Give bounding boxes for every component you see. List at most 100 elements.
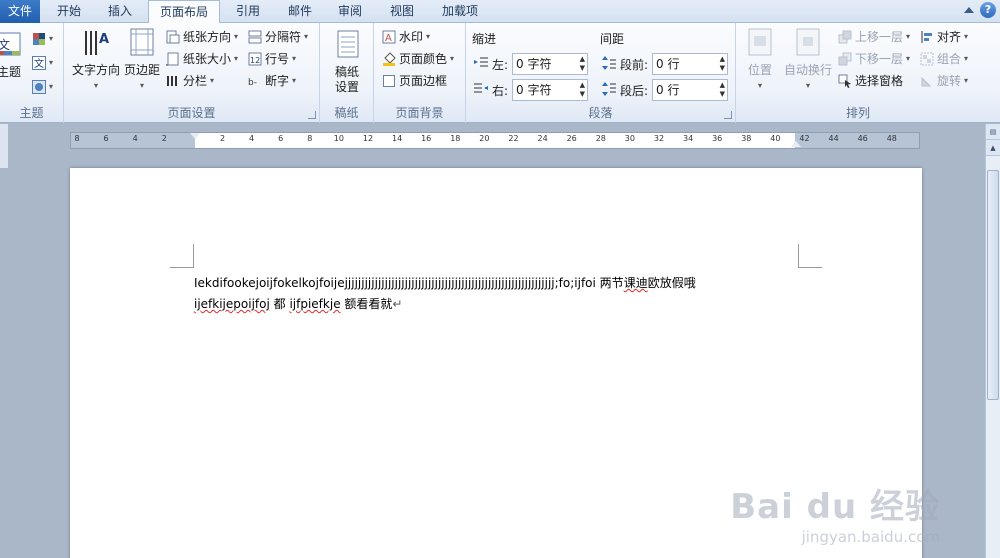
spacing-after-input[interactable]: 0 行 ▲ ▼ <box>652 79 728 101</box>
text-direction-button[interactable]: A 文字方向 ▾ <box>70 27 122 93</box>
theme-group: 文 主题 ▾ 文 ▾ ▾ 主题 <box>0 23 64 123</box>
paragraph-launcher-icon[interactable] <box>724 111 732 119</box>
rotate-button[interactable]: 旋转 ▾ <box>920 71 968 91</box>
page-color-button[interactable]: 页面颜色 ▾ <box>382 49 454 69</box>
tab-review[interactable]: 审阅 <box>328 0 372 23</box>
spacing-before-input[interactable]: 0 行 ▲ ▼ <box>652 53 728 75</box>
tab-references[interactable]: 引用 <box>226 0 270 23</box>
breaks-button[interactable]: 分隔符 ▾ <box>248 27 308 47</box>
tab-mailings[interactable]: 邮件 <box>278 0 322 23</box>
ruler-tick-label: 30 <box>624 134 635 143</box>
dropdown-arrow-icon: ▾ <box>757 81 762 90</box>
horizontal-ruler[interactable]: 8 6 4 2 2 4 6 8 10 12 14 16 18 20 22 24 26 28 30 32 34 36 38 40… <box>70 132 920 149</box>
bring-forward-button[interactable]: 上移一层 ▾ <box>838 27 910 47</box>
line2-text-a: ijefkijepoijfoj <box>194 297 270 311</box>
hyphenation-icon: b- <box>248 78 257 88</box>
baidu-logo: Bai du 经验 <box>730 487 940 527</box>
draft-setup-button[interactable]: 稿纸 设置 <box>326 29 368 95</box>
bring-forward-icon <box>838 30 852 44</box>
watermark-button[interactable]: A 水印 ▾ <box>382 27 430 47</box>
vertical-scrollbar[interactable]: ▤ ▲ <box>985 124 1000 558</box>
page-setup-launcher-icon[interactable] <box>308 111 316 119</box>
ruler-tick-label: 38 <box>741 134 752 143</box>
dropdown-arrow-icon: ▾ <box>234 32 239 41</box>
ruler-toggle-icon[interactable]: ▤ <box>986 124 1000 140</box>
theme-colors-button[interactable]: ▾ <box>32 29 53 49</box>
tab-addins[interactable]: 加载项 <box>430 0 490 23</box>
orientation-button[interactable]: 纸张方向 ▾ <box>166 27 238 47</box>
ribbon-tab-bar: 文件 开始 插入 页面布局 引用 邮件 审阅 视图 加载项 ? <box>0 0 1000 24</box>
ruler-tick-label: 8 <box>74 134 80 143</box>
dropdown-arrow-icon: ▾ <box>426 32 431 41</box>
size-button[interactable]: 纸张大小 ▾ <box>166 49 238 69</box>
arrange-group-label: 排列 <box>845 106 870 120</box>
tab-insert[interactable]: 插入 <box>98 0 142 23</box>
spin-arrows-icon[interactable]: ▲ ▼ <box>580 55 585 73</box>
theme-effects-button[interactable]: ▾ <box>32 77 53 97</box>
margins-label: 页边距 <box>123 63 160 77</box>
indent-right-icon <box>474 83 488 93</box>
line1-text-c: 欧放假哦 <box>647 276 696 290</box>
spacing-before-icon <box>602 56 616 70</box>
theme-fonts-icon: 文 <box>32 56 46 70</box>
line-numbers-label: 行号 <box>265 52 290 66</box>
page-background-group: A 水印 ▾ 页面颜色 ▾ 页面边框 页面背景 <box>374 23 466 123</box>
margins-button[interactable]: 页边距 ▾ <box>122 27 162 93</box>
hyphenation-button[interactable]: b- 断字 ▾ <box>248 71 296 91</box>
page-background-group-label: 页面背景 <box>395 106 444 120</box>
position-button[interactable]: 位置 ▾ <box>742 27 778 93</box>
position-icon <box>748 28 772 56</box>
theme-effects-icon <box>32 80 46 94</box>
themes-button[interactable]: 文 主题 <box>0 29 24 80</box>
minimize-ribbon-icon[interactable] <box>964 7 974 13</box>
align-button[interactable]: 对齐 ▾ <box>920 27 968 47</box>
tab-view[interactable]: 视图 <box>380 0 424 23</box>
indent-left-value: 0 字符 <box>516 57 552 71</box>
help-icon[interactable]: ? <box>980 2 996 18</box>
ruler-tick-label: 12 <box>362 134 374 143</box>
ruler-tick-label: 16 <box>421 134 432 143</box>
tab-page-layout[interactable]: 页面布局 <box>148 0 220 24</box>
wrap-text-button[interactable]: 自动换行 ▾ <box>782 27 834 93</box>
first-line-indent-icon[interactable] <box>190 133 200 139</box>
selection-pane-button[interactable]: 选择窗格 <box>838 71 903 91</box>
document-line-1[interactable]: Iekdifookejoijfokelkojfoijejjjjjjjjjjjjj… <box>194 274 696 291</box>
breaks-label: 分隔符 <box>265 30 302 44</box>
line-numbers-button[interactable]: 12 行号 ▾ <box>248 49 296 69</box>
scroll-up-icon[interactable]: ▲ <box>986 140 1000 156</box>
svg-text:A: A <box>385 33 392 44</box>
theme-fonts-button[interactable]: 文 ▾ <box>32 53 53 73</box>
indent-left-input[interactable]: 0 字符 ▲ ▼ <box>512 53 588 75</box>
tab-home[interactable]: 开始 <box>47 0 91 23</box>
spin-arrows-icon[interactable]: ▲ ▼ <box>720 81 725 99</box>
draft-setup-label-1: 稿纸 <box>334 65 359 79</box>
page-setup-group-label: 页面设置 <box>167 106 216 120</box>
spin-arrows-icon[interactable]: ▲ ▼ <box>720 55 725 73</box>
selection-pane-label: 选择窗格 <box>855 74 904 88</box>
align-icon <box>921 31 932 43</box>
draft-paper-icon <box>337 30 359 58</box>
ruler-area: 8 6 4 2 2 4 6 8 10 12 14 16 18 20 22 24 26 28 30 32 34 36 38 40… <box>0 124 985 168</box>
hyphenation-label: 断字 <box>265 74 290 88</box>
page-size-icon <box>166 52 179 66</box>
ruler-tick-label: 10 <box>333 134 344 143</box>
indent-right-input[interactable]: 0 字符 ▲ ▼ <box>512 79 588 101</box>
ruler-tick-label: 32 <box>653 134 665 143</box>
group-objects-button[interactable]: 组合 ▾ <box>920 49 968 69</box>
tab-file[interactable]: 文件 <box>0 0 40 23</box>
document-line-2[interactable]: ijefkijepoijfoj 都 ijfpiefkje 额看看就↵ <box>194 295 402 312</box>
dropdown-arrow-icon: ▾ <box>292 76 297 85</box>
ruler-tick-label: 40 <box>770 134 781 143</box>
page-border-button[interactable]: 页面边框 <box>382 71 447 91</box>
scroll-thumb[interactable] <box>987 170 999 400</box>
dropdown-arrow-icon: ▾ <box>450 54 455 63</box>
ruler-tick-label: 28 <box>595 134 606 143</box>
paragraph-group-label: 段落 <box>588 106 613 120</box>
watermark-icon: A <box>382 30 396 44</box>
spin-arrows-icon[interactable]: ▲ ▼ <box>580 81 585 99</box>
ruler-tick-label: 26 <box>566 134 577 143</box>
ruler-tick-label: 44 <box>828 134 839 143</box>
columns-button[interactable]: 分栏 ▾ <box>166 71 214 91</box>
group-objects-label: 组合 <box>937 52 962 66</box>
send-backward-button[interactable]: 下移一层 ▾ <box>838 49 910 69</box>
